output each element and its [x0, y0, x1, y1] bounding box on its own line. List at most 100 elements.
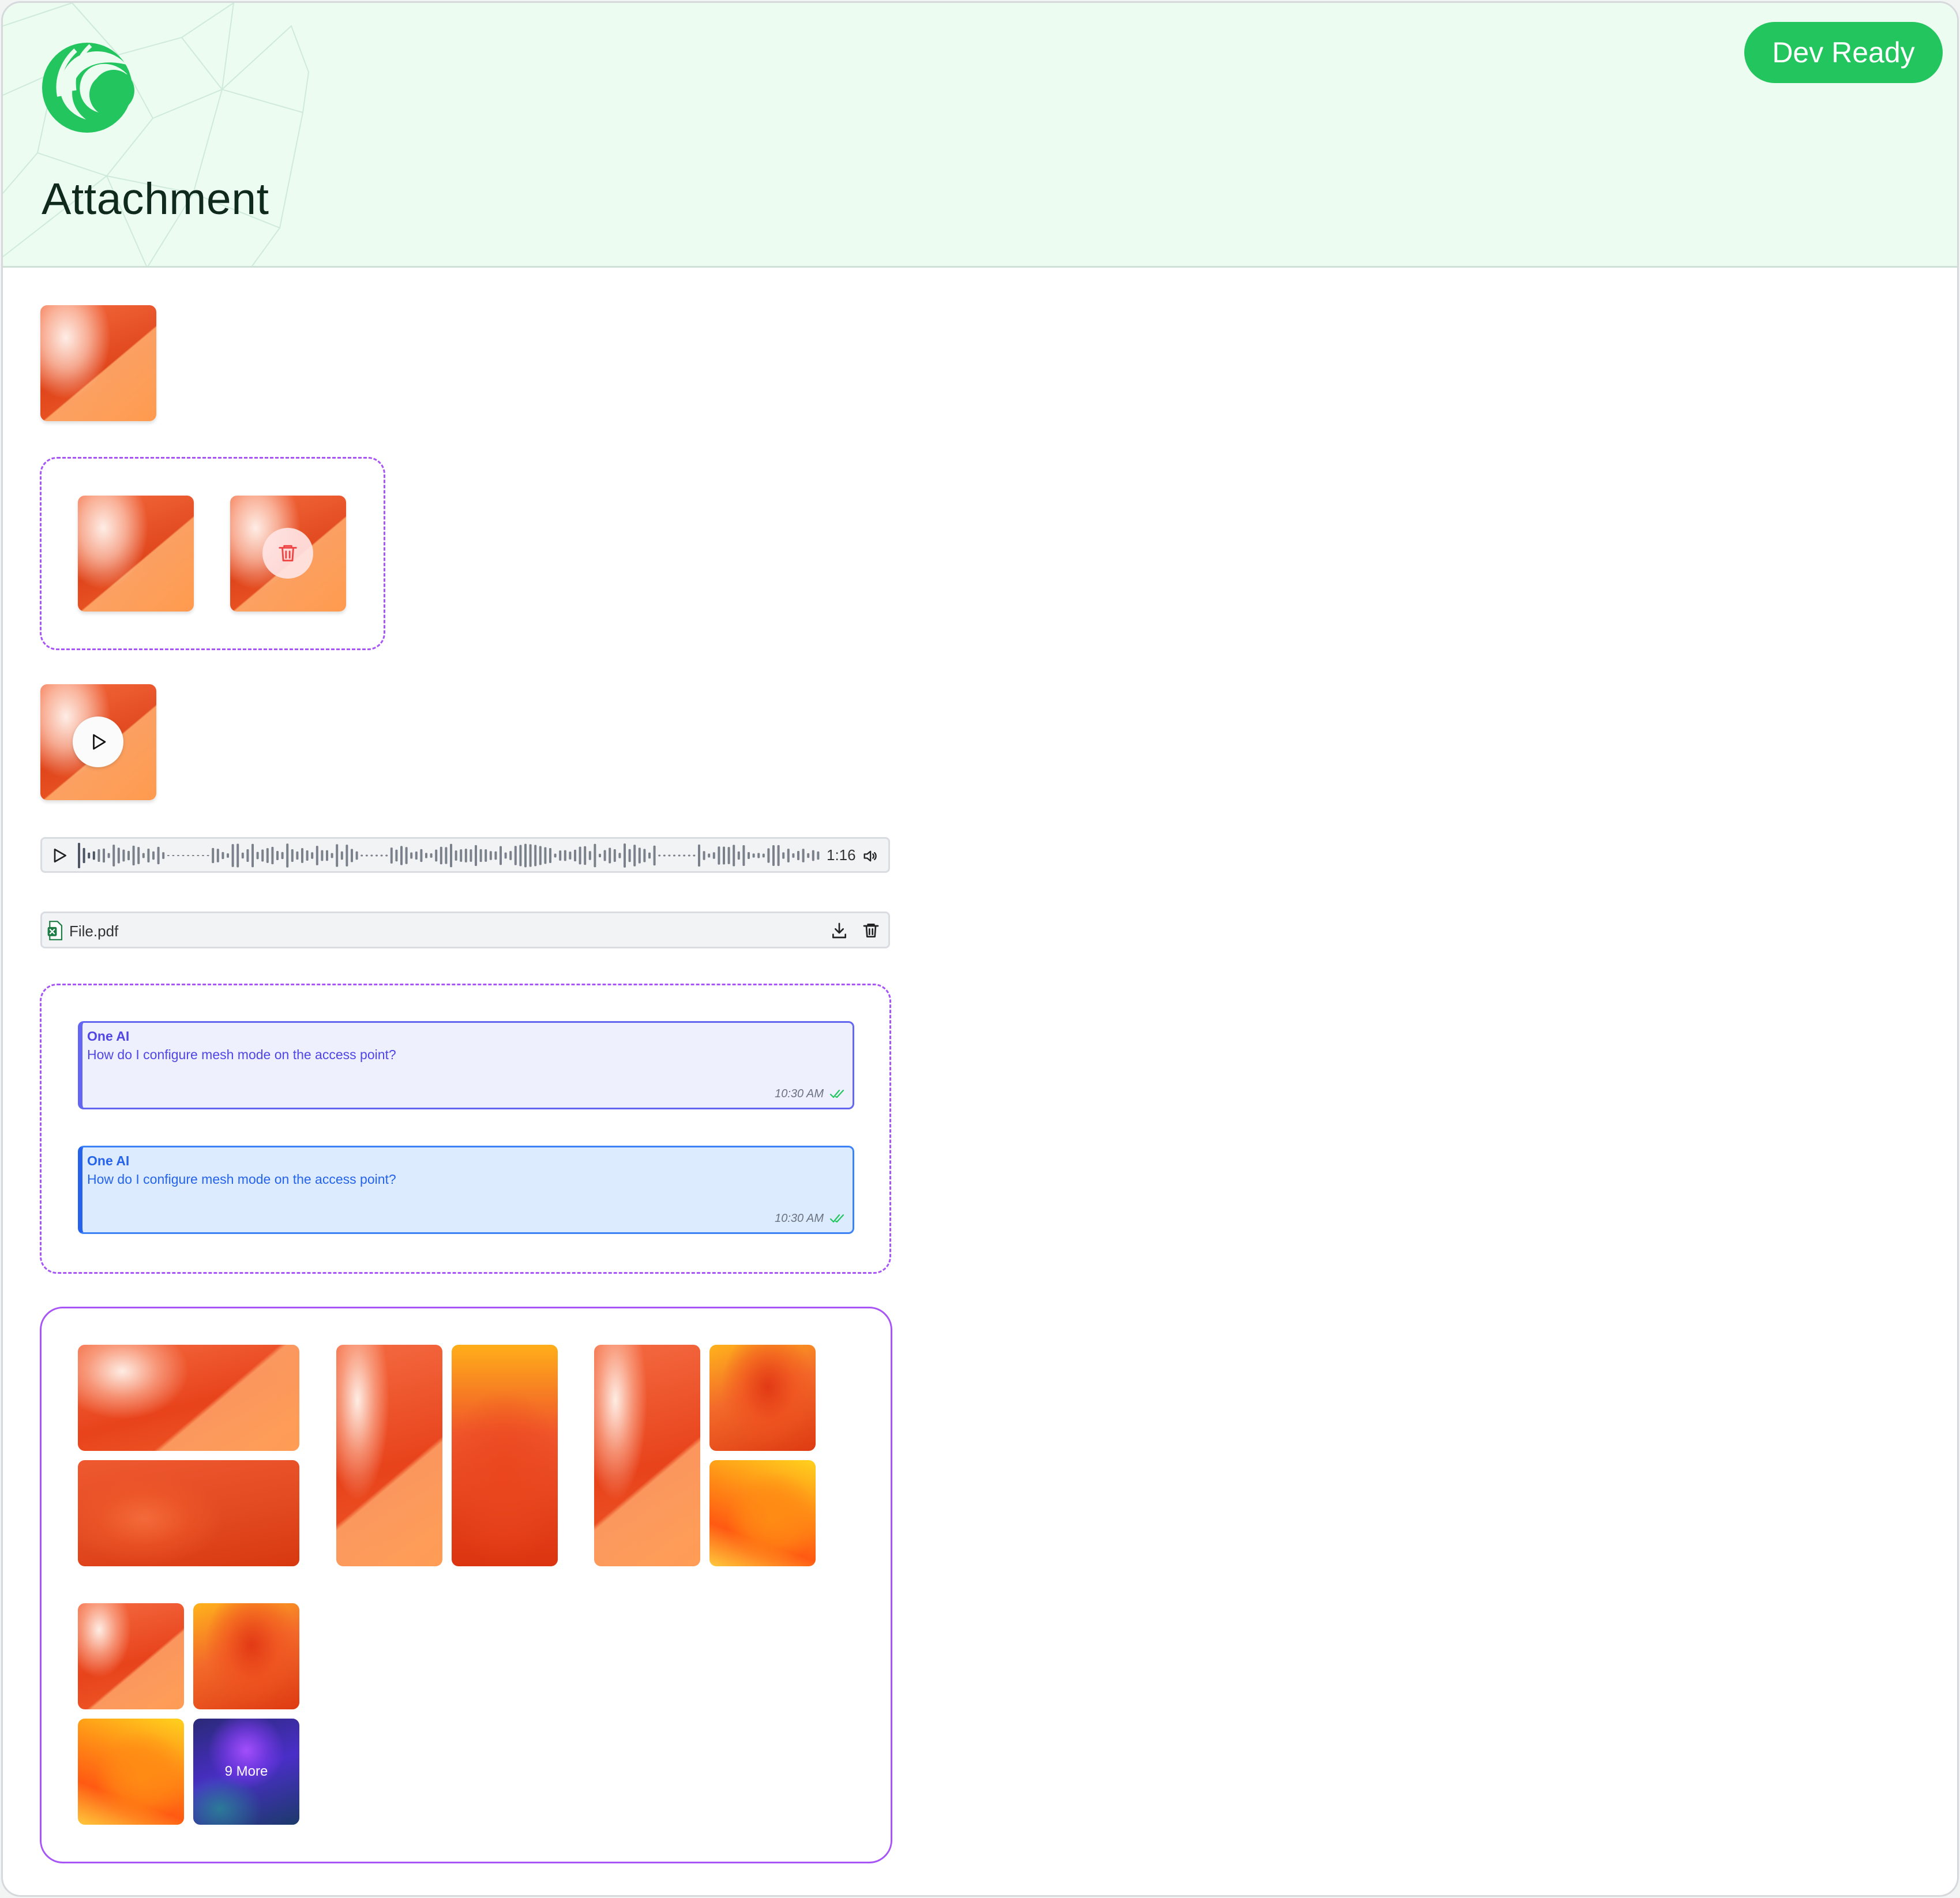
gallery-image[interactable] [78, 1719, 184, 1825]
gallery-image[interactable] [709, 1460, 816, 1566]
status-badge[interactable]: Dev Ready [1744, 22, 1943, 83]
file-attachment[interactable]: File.pdf [40, 912, 890, 948]
waveform-bar [266, 848, 269, 863]
waveform-bar [470, 849, 472, 862]
play-video-button[interactable] [73, 717, 123, 767]
waveform-bar [78, 843, 80, 868]
waveform-bar [455, 850, 457, 861]
waveform-bar [370, 854, 373, 857]
waveform-bar [500, 846, 502, 865]
play-icon[interactable] [50, 846, 69, 865]
waveform-bar [221, 852, 224, 860]
waveform-bar [122, 849, 125, 862]
waveform-bar [103, 848, 105, 863]
waveform-bar [346, 845, 348, 867]
message-time: 10:30 AM [775, 1212, 824, 1225]
waveform-bar [504, 852, 507, 859]
image-gallery-group: 9 More [40, 1307, 892, 1863]
waveform-bar [767, 848, 770, 863]
waveform-bar [712, 852, 715, 859]
delete-attachment-button[interactable] [262, 528, 313, 579]
image-attachment[interactable] [78, 496, 194, 612]
waveform-bar [514, 846, 517, 865]
waveform-bar [241, 852, 244, 859]
double-check-icon [829, 1214, 844, 1223]
play-icon [93, 734, 106, 750]
waveform-bar [708, 853, 711, 858]
waveform-bar [246, 849, 249, 862]
waveform-bar [97, 849, 100, 862]
video-attachment[interactable] [40, 684, 156, 800]
trash-icon [279, 545, 297, 562]
image-attachment-hover[interactable] [230, 496, 346, 612]
double-check-icon [829, 1089, 844, 1098]
waveform-bar [365, 854, 368, 857]
reply-message[interactable]: One AI How do I configure mesh mode on t… [78, 1146, 854, 1234]
waveform-bar [489, 851, 492, 860]
trash-icon[interactable] [862, 921, 880, 940]
download-icon[interactable] [830, 921, 848, 940]
gallery-image[interactable] [78, 1345, 299, 1451]
gallery-image[interactable] [709, 1345, 816, 1451]
waveform-bar [321, 850, 324, 861]
waveform-bar [301, 848, 303, 863]
gallery-more-button[interactable]: 9 More [193, 1719, 299, 1825]
waveform-bar [559, 850, 562, 861]
waveform-bar [475, 845, 477, 867]
waveform-bar [157, 846, 160, 865]
waveform-bar [479, 849, 482, 862]
image-attachment[interactable] [40, 305, 156, 421]
audio-duration: 1:16 [827, 846, 856, 864]
waveform-bar [817, 851, 820, 860]
waveform-bar [727, 847, 730, 864]
waveform-bar [613, 849, 616, 862]
waveform-bar [748, 852, 750, 860]
waveform-bar [112, 845, 115, 867]
reply-message[interactable]: One AI How do I configure mesh mode on t… [78, 1021, 854, 1109]
waveform-bar [331, 853, 333, 858]
waveform-bar [316, 846, 318, 865]
waveform-bar [82, 847, 85, 864]
waveform-bar [107, 853, 110, 858]
audio-waveform[interactable] [77, 842, 821, 869]
waveform-bar [311, 852, 314, 859]
more-count-label: 9 More [224, 1764, 268, 1779]
waveform-bar [663, 854, 666, 857]
waveform-bar [306, 850, 309, 861]
gallery-image[interactable] [594, 1345, 700, 1566]
waveform-bar [579, 846, 581, 865]
waveform-bar [415, 851, 418, 860]
waveform-bar [683, 854, 686, 857]
waveform-bar [177, 855, 179, 856]
waveform-bar [390, 847, 393, 864]
waveform-bar [376, 854, 378, 857]
message-sender: One AI [87, 1029, 130, 1044]
waveform-bar [603, 850, 606, 861]
gallery-image[interactable] [452, 1345, 558, 1566]
waveform-bar [678, 854, 681, 857]
waveform-bar [772, 845, 775, 866]
gallery-image[interactable] [336, 1345, 442, 1566]
waveform-bar [88, 852, 91, 859]
waveform-bar [92, 851, 95, 860]
waveform-bar [757, 853, 760, 858]
volume-icon[interactable] [861, 848, 878, 864]
waveform-bar [380, 854, 383, 857]
waveform-bar [261, 849, 264, 862]
file-name: File.pdf [69, 922, 119, 940]
waveform-bar [653, 845, 656, 866]
waveform-bar [420, 849, 423, 862]
gallery-image[interactable] [78, 1603, 184, 1709]
waveform-bar [693, 854, 696, 857]
waveform-bar [668, 854, 671, 857]
gallery-image[interactable] [193, 1603, 299, 1709]
waveform-bar [336, 844, 339, 867]
waveform-bar [723, 846, 725, 865]
waveform-bar [633, 845, 636, 867]
brand-logo [42, 43, 134, 133]
waveform-bar [588, 851, 591, 860]
waveform-bar [236, 843, 239, 868]
gallery-image[interactable] [78, 1460, 299, 1566]
waveform-bar [549, 848, 551, 863]
waveform-bar [564, 850, 566, 861]
